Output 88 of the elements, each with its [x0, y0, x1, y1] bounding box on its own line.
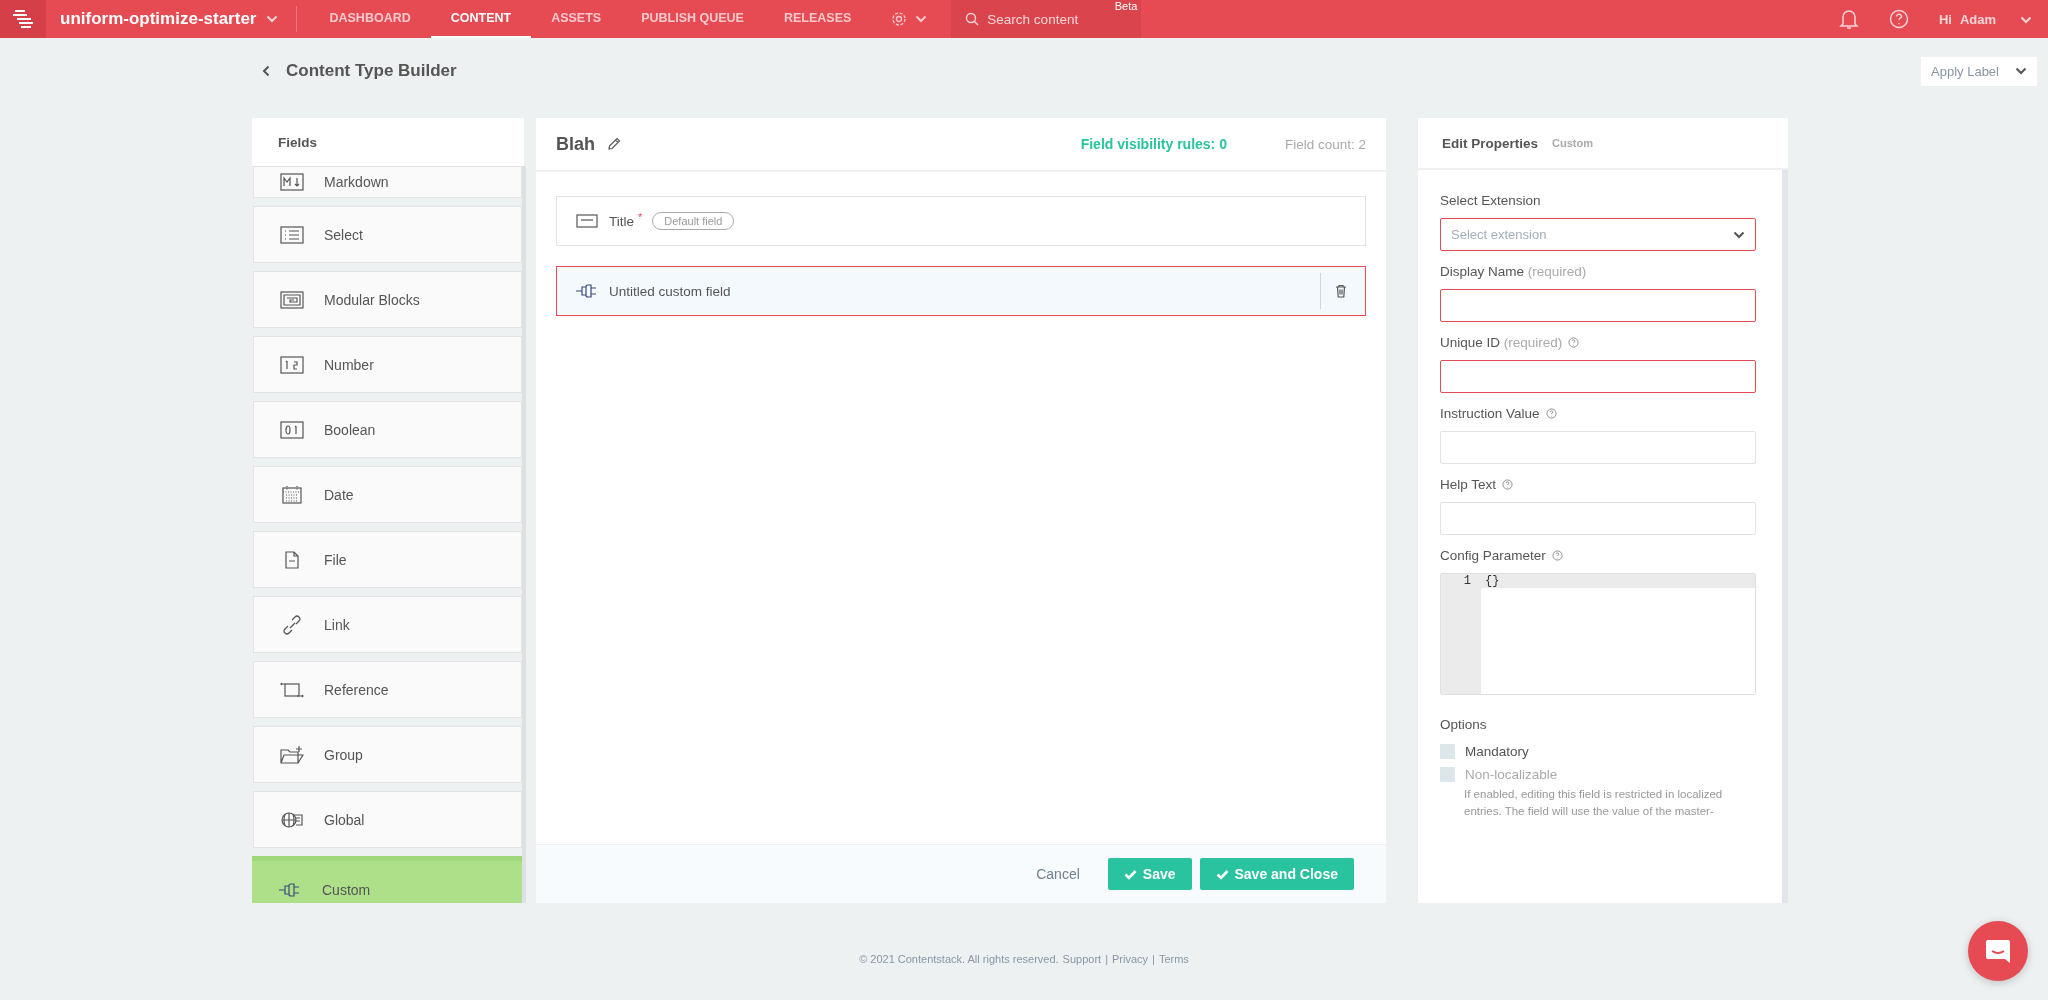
back-icon[interactable] [262, 65, 270, 77]
checkbox-label: Mandatory [1465, 744, 1529, 759]
text-field-icon [575, 211, 599, 231]
field-type-item[interactable]: Global [253, 791, 522, 849]
field-label: Instruction Value [1440, 406, 1540, 421]
code-text: {} [1485, 574, 1501, 588]
content-type-name: Blah [556, 133, 595, 155]
stack-name[interactable]: uniform-optimize-starter [60, 9, 257, 29]
field-type-item[interactable]: Select [253, 206, 522, 264]
footer-link[interactable]: Terms [1158, 953, 1189, 965]
checkbox-label: Non-localizable [1465, 767, 1558, 782]
nav-tab[interactable]: DASHBOARD [309, 0, 431, 38]
option-description: If enabled, editing this field is restricted in localized entries. The field will use the value of the master- [1463, 787, 1724, 819]
number-box-icon [280, 354, 304, 375]
check-icon [1123, 868, 1137, 880]
field-row[interactable]: Untitled custom field [556, 266, 1366, 316]
field-label: Display Name (required) [1440, 264, 1587, 279]
link-icon [280, 614, 304, 635]
chevron-down-icon [915, 15, 928, 23]
required-mark: * [638, 211, 643, 223]
field-type-label: Custom [1552, 137, 1593, 149]
separator: | [1105, 953, 1108, 965]
trash-icon[interactable] [1335, 284, 1347, 298]
extension-select[interactable]: Select extension [1440, 218, 1756, 251]
chat-icon [1984, 937, 2012, 965]
pencil-icon[interactable] [607, 137, 621, 151]
help-icon[interactable] [1551, 550, 1563, 561]
visibility-rules-link[interactable]: Field visibility rules: 0 [1080, 136, 1227, 152]
field-type-item[interactable]: Group [253, 726, 522, 784]
field-type-item[interactable]: Markdown [253, 166, 522, 199]
nav-tab[interactable]: ASSETS [531, 0, 622, 38]
nav-tab[interactable]: PUBLISH QUEUE [621, 0, 764, 38]
save-and-close-button[interactable]: Save and Close [1199, 858, 1354, 890]
field-label: Select Extension [1440, 193, 1541, 208]
code-editor[interactable]: 1 {} [1440, 573, 1756, 695]
globe-icon [280, 809, 304, 830]
markdown-icon [280, 172, 304, 193]
field-type-item[interactable]: Number [253, 336, 522, 394]
save-button[interactable]: Save [1107, 858, 1192, 890]
field-type-item[interactable]: Boolean [253, 401, 522, 459]
text-input-field[interactable] [1440, 289, 1756, 322]
field-count: Field count: 2 [1284, 136, 1366, 152]
nav-tab[interactable]: RELEASES [763, 0, 872, 38]
blocks-icon [280, 289, 304, 310]
field-type-item[interactable]: Link [253, 596, 522, 654]
cancel-button[interactable]: Cancel [1030, 865, 1086, 883]
options-heading: Options [1440, 717, 1488, 732]
list-icon [280, 224, 304, 245]
stack-logo-icon[interactable] [11, 8, 35, 30]
field-type-item[interactable]: Modular Blocks [253, 271, 522, 329]
field-type-item[interactable]: Date [253, 466, 522, 524]
chevron-down-icon [266, 15, 279, 23]
panel-title: Edit Properties [1442, 135, 1539, 151]
folder-plus-icon [280, 744, 304, 765]
line-number: 1 [1462, 574, 1471, 588]
copyright-text: © 2021 Contentstack. All rights reserved. [859, 953, 1059, 965]
plug-icon [575, 281, 599, 301]
settings-icon[interactable] [891, 11, 908, 27]
field-label: Unique ID (required) [1440, 335, 1563, 350]
help-icon[interactable] [1545, 408, 1557, 419]
panel-title: Fields [252, 118, 524, 167]
text-input-field[interactable] [1440, 360, 1756, 393]
field-label: Config Parameter [1440, 548, 1546, 563]
separator: | [1152, 953, 1155, 965]
apply-label-button[interactable]: Apply Label [1921, 56, 2037, 86]
bell-icon[interactable] [1838, 8, 1859, 30]
boolean-box-icon [280, 419, 304, 440]
chevron-down-icon [1733, 230, 1745, 239]
page-title: Content Type Builder [286, 61, 457, 81]
field-type-item[interactable]: Custom [252, 856, 522, 903]
help-icon[interactable] [1568, 337, 1580, 348]
footer-link[interactable]: Privacy [1112, 953, 1149, 965]
field-type-item[interactable]: Reference [253, 661, 522, 719]
chevron-down-icon [2020, 15, 2032, 24]
checkbox[interactable] [1440, 744, 1455, 759]
greeting: Hi [1938, 11, 1952, 27]
chevron-down-icon [2015, 67, 2027, 75]
field-label: Help Text [1440, 477, 1497, 492]
user-name[interactable]: Adam [1959, 11, 1996, 27]
field-row[interactable]: Title * Default field [556, 196, 1366, 246]
field-type-item[interactable]: File [253, 531, 522, 589]
beta-label: Beta [1114, 0, 1138, 12]
footer-link[interactable]: Support [1062, 953, 1102, 965]
help-icon[interactable] [1502, 479, 1514, 490]
nav-tab[interactable]: CONTENT [430, 0, 532, 38]
calendar-icon [280, 484, 304, 505]
chat-button[interactable] [1968, 921, 2028, 981]
check-icon [1215, 868, 1229, 880]
